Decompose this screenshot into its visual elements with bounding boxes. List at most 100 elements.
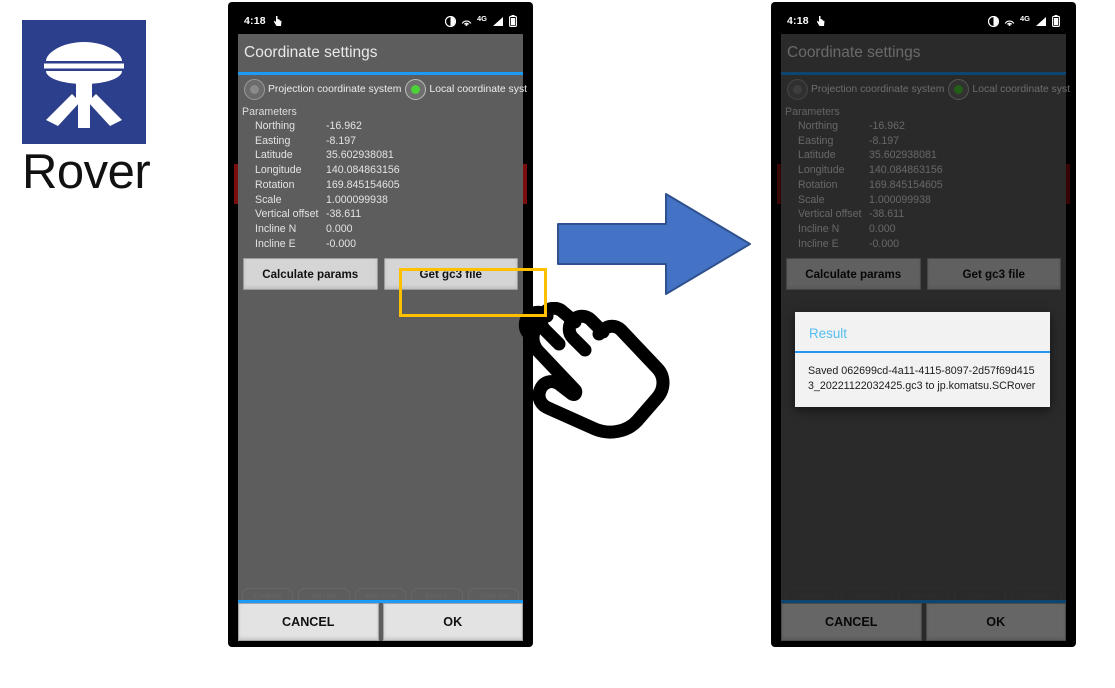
gnss-rover-antenna-icon xyxy=(44,42,124,128)
param-name: Vertical offset xyxy=(798,208,862,221)
param-value: 0.000 xyxy=(869,222,896,235)
param-value: -0.000 xyxy=(869,237,900,250)
cancel-button[interactable]: CANCEL xyxy=(238,603,379,641)
param-name: Northing xyxy=(798,120,839,132)
radio-projection-coordinate-system[interactable] xyxy=(244,78,265,100)
page-title: Coordinate settings xyxy=(781,34,1066,72)
param-name: Incline N xyxy=(255,222,297,235)
param-value: -0.000 xyxy=(326,237,357,250)
app-area: Coordinate settings Projection coordinat… xyxy=(234,34,527,641)
param-value: 35.602938081 xyxy=(869,149,937,162)
page-title: Coordinate settings xyxy=(238,34,523,72)
param-name: Longitude xyxy=(255,164,302,177)
param-value: -38.611 xyxy=(869,208,905,221)
result-dialog: Result Saved 062699cd-4a11-4115-8097-2d5… xyxy=(795,312,1050,407)
coordinate-settings-screen: Coordinate settings Projection coordinat… xyxy=(238,34,527,641)
param-name: Incline N xyxy=(798,222,840,235)
param-value: 1.000099938 xyxy=(869,193,931,206)
radio-local-coordinate-system[interactable] xyxy=(948,78,970,100)
app-area: Coordinate settings Projection coordinat… xyxy=(777,34,1070,641)
table-row: Easting -8.197 xyxy=(781,134,1066,149)
table-row: Vertical offset -38.611 xyxy=(781,207,1066,222)
param-value: 169.845154605 xyxy=(326,178,400,191)
param-value: 140.084863156 xyxy=(869,164,943,177)
radio-local-coordinate-system[interactable] xyxy=(405,78,427,100)
signal-icon xyxy=(493,16,503,26)
phone-right-screen: 4:18 4G Coordinate settings Projection c… xyxy=(777,8,1070,641)
table-row: Northing -16.962 xyxy=(781,119,1066,134)
action-button-row: Calculate params Get gc3 file xyxy=(786,258,1061,291)
network-type-label: 4G xyxy=(1019,13,1030,23)
table-row: Longitude 140.084863156 xyxy=(238,163,523,178)
ok-button[interactable]: OK xyxy=(925,603,1066,641)
status-time: 4:18 xyxy=(244,15,266,27)
get-gc3-file-highlight-box xyxy=(399,268,547,317)
footer-bar: CANCEL OK xyxy=(238,600,523,641)
rover-app-logo: Rover xyxy=(22,20,151,199)
status-time: 4:18 xyxy=(787,15,809,27)
table-row: Rotation 169.845154605 xyxy=(781,178,1066,193)
table-row: Incline E -0.000 xyxy=(781,237,1066,252)
touch-indicator-icon xyxy=(273,16,282,26)
status-right-icons: 4G xyxy=(444,13,517,27)
coordinate-system-radio-group: Projection coordinate system Local coord… xyxy=(781,75,1070,103)
get-gc3-file-button[interactable]: Get gc3 file xyxy=(926,258,1061,291)
param-name: Easting xyxy=(798,134,834,147)
radio-projection-coordinate-system[interactable] xyxy=(787,78,808,100)
ok-button[interactable]: OK xyxy=(382,603,523,641)
phone-left-screen: 4:18 4G Coordinate settings Projection c… xyxy=(234,8,527,641)
rover-logo-square xyxy=(22,20,146,144)
phone-left: 4:18 4G Coordinate settings Projection c… xyxy=(228,2,533,647)
rover-logo-caption: Rover xyxy=(22,145,151,199)
param-value: 35.602938081 xyxy=(326,149,394,162)
param-name: Latitude xyxy=(798,149,836,162)
param-value: -8.197 xyxy=(326,134,357,147)
param-value: 140.084863156 xyxy=(326,164,400,177)
param-name: Scale xyxy=(255,193,282,206)
phone-right: 4:18 4G Coordinate settings Projection c… xyxy=(771,2,1076,647)
calculate-params-button[interactable]: Calculate params xyxy=(786,258,921,291)
param-name: Rotation xyxy=(255,178,295,191)
param-value: 0.000 xyxy=(326,222,353,235)
battery-icon xyxy=(1052,15,1060,27)
param-name: Rotation xyxy=(798,178,838,191)
brightness-icon xyxy=(444,15,456,27)
coordinate-system-radio-group: Projection coordinate system Local coord… xyxy=(238,75,527,103)
table-row: Incline N 0.000 xyxy=(781,222,1066,237)
param-value: -16.962 xyxy=(869,120,905,132)
cast-icon xyxy=(1004,20,1015,26)
touch-indicator-icon xyxy=(816,16,825,26)
radio-label-local: Local coordinate system xyxy=(429,83,527,95)
table-row: Latitude 35.602938081 xyxy=(781,148,1066,163)
radio-label-projection: Projection coordinate system xyxy=(811,83,945,95)
calculate-params-button[interactable]: Calculate params xyxy=(243,258,378,291)
network-type-label: 4G xyxy=(476,13,487,23)
table-row: Scale 1.000099938 xyxy=(238,193,523,208)
param-value: -16.962 xyxy=(326,120,362,132)
table-row: Longitude 140.084863156 xyxy=(781,163,1066,178)
status-left-icons xyxy=(816,15,826,27)
table-row: Easting -8.197 xyxy=(238,134,523,149)
param-name: Incline E xyxy=(255,237,296,250)
status-bar: 4:18 4G xyxy=(234,8,527,34)
parameters-list: Northing -16.962 Easting -8.197 Latitude 35… xyxy=(781,119,1066,251)
param-name: Scale xyxy=(798,193,825,206)
parameters-list: Northing -16.962 Easting -8.197 Latitude 35… xyxy=(238,119,523,251)
table-row: Vertical offset -38.611 xyxy=(238,207,523,222)
table-row: Rotation 169.845154605 xyxy=(238,178,523,193)
param-name: Incline E xyxy=(798,237,839,250)
table-row: Scale 1.000099938 xyxy=(781,193,1066,208)
parameters-section-label: Parameters xyxy=(785,106,840,118)
radio-label-projection: Projection coordinate system xyxy=(268,83,402,95)
dialog-title: Result xyxy=(809,326,847,341)
param-value: -8.197 xyxy=(869,134,900,147)
table-row: Latitude 35.602938081 xyxy=(238,148,523,163)
cancel-button[interactable]: CANCEL xyxy=(781,603,922,641)
battery-icon xyxy=(509,15,517,27)
param-value: 169.845154605 xyxy=(869,178,943,191)
dialog-message: Saved 062699cd-4a11-4115-8097-2d57f69d41… xyxy=(808,365,1036,392)
footer-bar: CANCEL OK xyxy=(781,600,1066,641)
status-left-icons xyxy=(273,15,283,27)
cast-icon xyxy=(461,20,472,26)
param-value: -38.611 xyxy=(326,208,362,221)
